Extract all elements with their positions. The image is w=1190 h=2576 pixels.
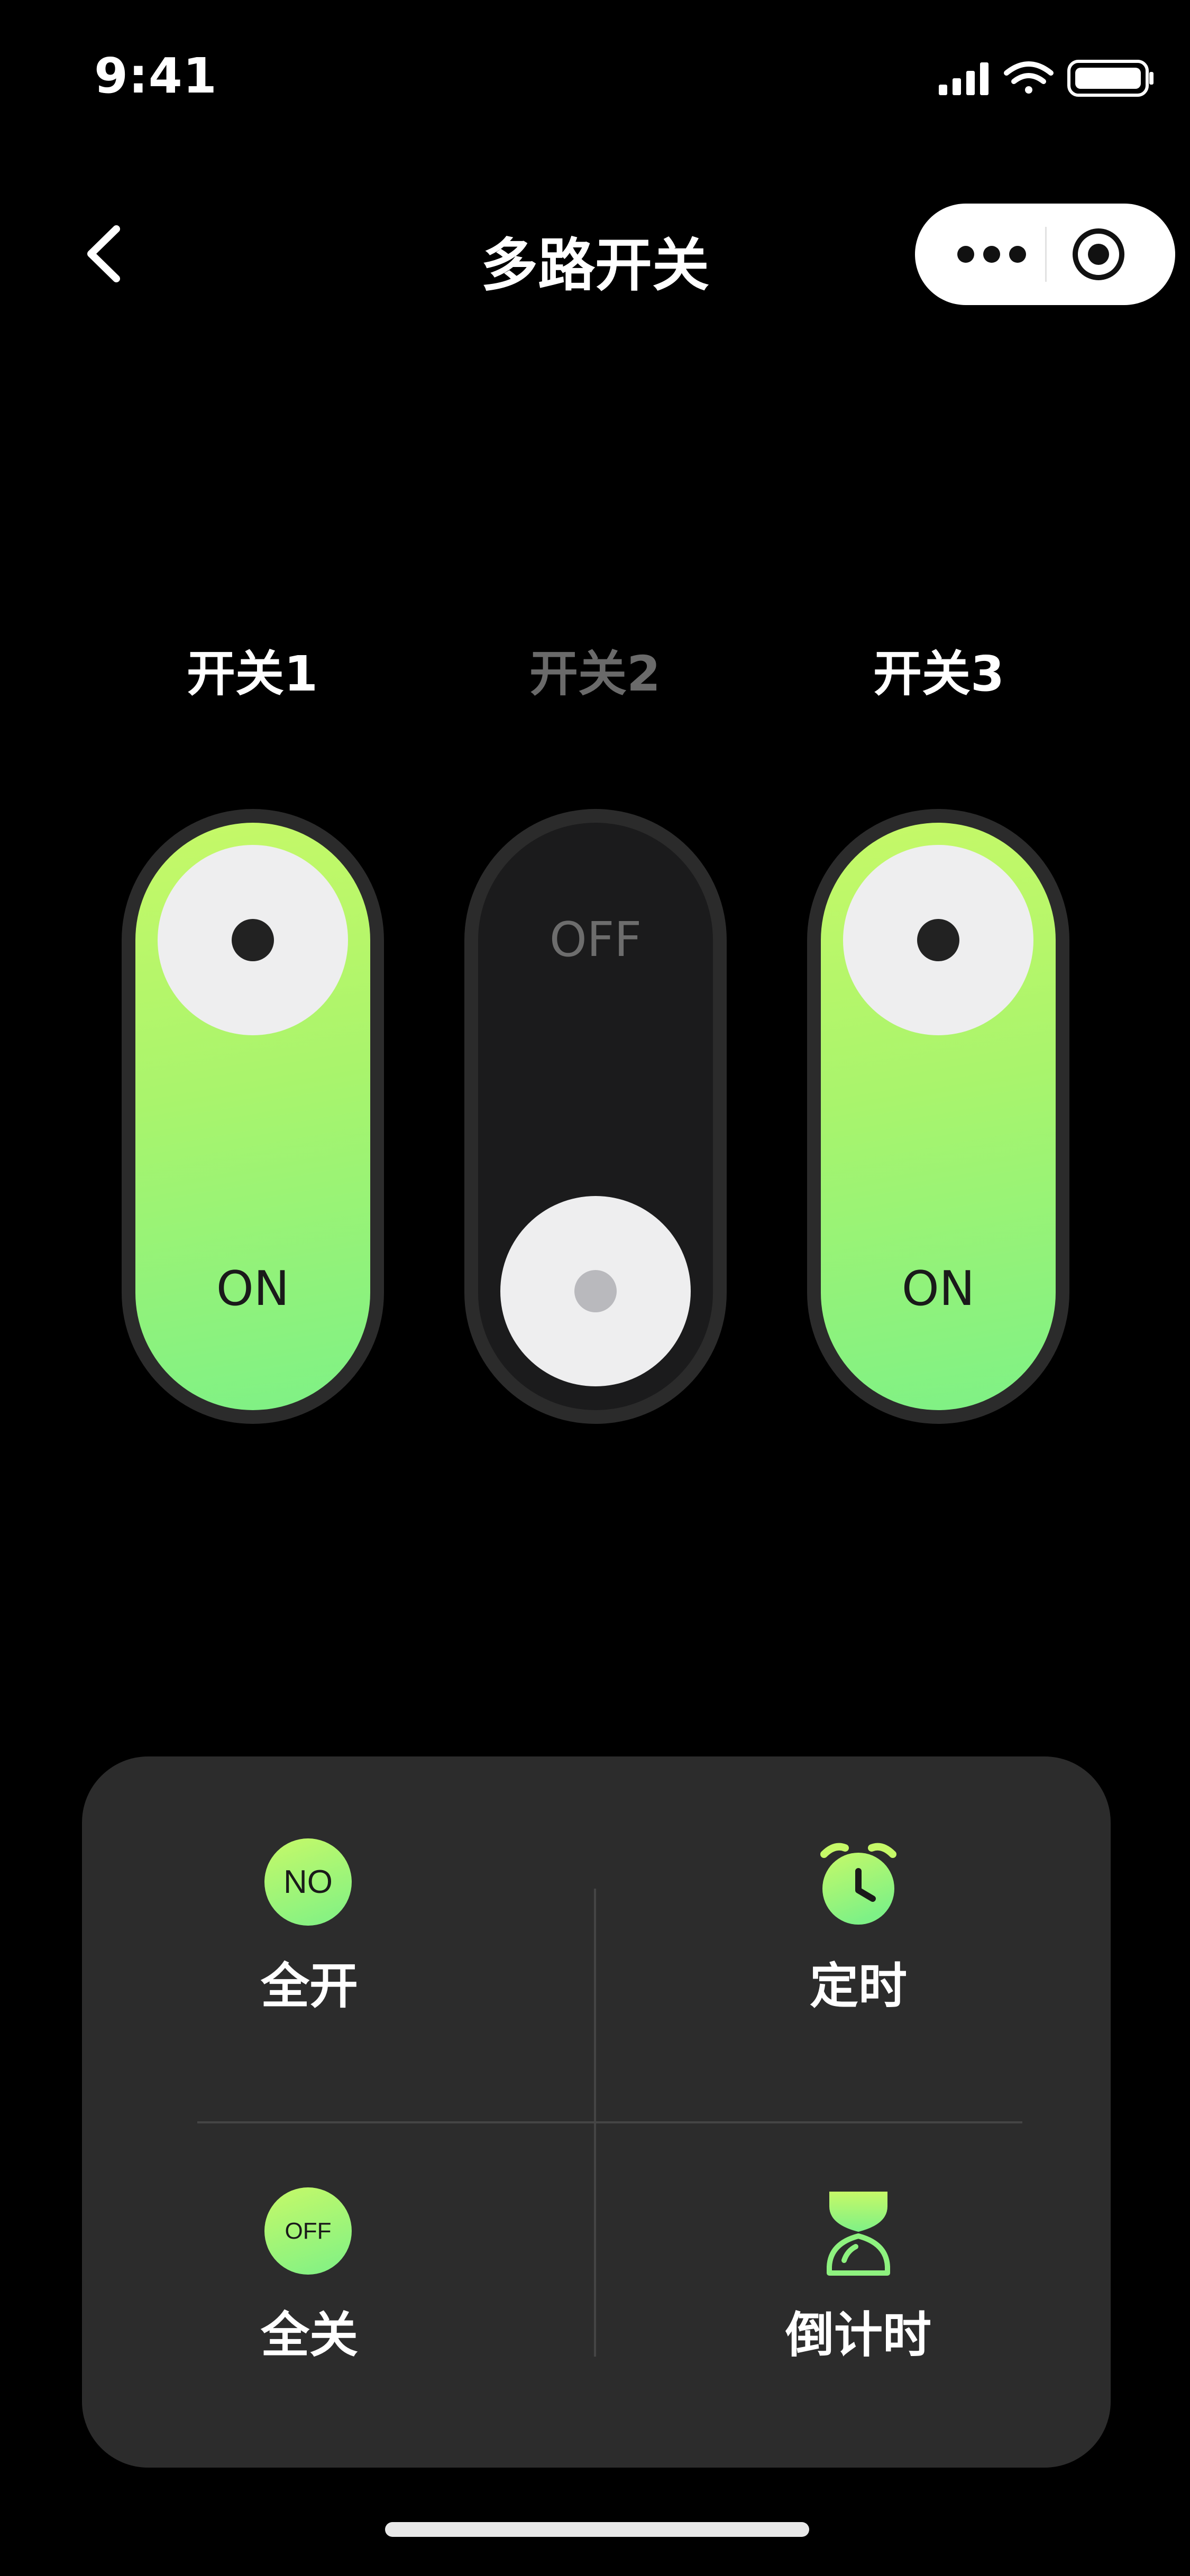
off-badge: OFF <box>264 2187 352 2275</box>
alarm-clock-icon <box>820 1843 896 1925</box>
status-time: 9:41 <box>94 48 217 104</box>
toggle-state-text: OFF <box>549 912 642 968</box>
timer-label: 定时 <box>809 1958 907 2014</box>
switch-1-toggle[interactable]: ON <box>122 809 384 1424</box>
all-on-icon: NO <box>264 1838 354 1928</box>
all-off-label: 全关 <box>260 2307 358 2363</box>
knob-dot <box>917 919 959 961</box>
target-circle-icon[interactable] <box>1071 227 1126 282</box>
toggle-knob[interactable] <box>158 845 348 1035</box>
countdown-button[interactable]: 倒计时 <box>747 2187 969 2378</box>
countdown-label: 倒计时 <box>785 2307 931 2363</box>
all-on-button[interactable]: NO 全开 <box>198 1838 420 2029</box>
switch-1-label: 开关1 <box>186 646 318 702</box>
hourglass-icon <box>827 2192 890 2276</box>
control-panel: NO 全开 定时 OFF 全关 倒计时 <box>82 1756 1111 2468</box>
knob-dot <box>232 919 274 961</box>
toggle-state-text: ON <box>216 1261 290 1317</box>
all-off-icon: OFF <box>264 2187 354 2277</box>
battery-icon <box>1067 60 1154 97</box>
home-indicator <box>385 2522 809 2537</box>
toggle-knob[interactable] <box>500 1196 691 1386</box>
switch-3-label: 开关3 <box>873 646 1004 702</box>
no-badge: NO <box>264 1838 352 1926</box>
switch-2-label: 开关2 <box>529 646 661 702</box>
status-icons <box>939 60 1154 97</box>
more-dots-icon[interactable] <box>956 241 1027 268</box>
knob-dot <box>574 1270 617 1312</box>
signal-icon <box>939 62 988 95</box>
switch-2-toggle[interactable]: OFF <box>464 809 727 1424</box>
all-off-button[interactable]: OFF 全关 <box>198 2187 420 2378</box>
all-on-label: 全开 <box>260 1958 358 2014</box>
panel-divider-horizontal <box>197 2121 1022 2123</box>
toggle-knob[interactable] <box>843 845 1033 1035</box>
timer-button[interactable]: 定时 <box>747 1838 969 2029</box>
mini-program-capsule <box>915 204 1175 305</box>
toggle-state-text: ON <box>901 1261 975 1317</box>
capsule-divider <box>1045 227 1047 282</box>
wifi-icon <box>1004 61 1054 94</box>
switch-3-toggle[interactable]: ON <box>807 809 1069 1424</box>
